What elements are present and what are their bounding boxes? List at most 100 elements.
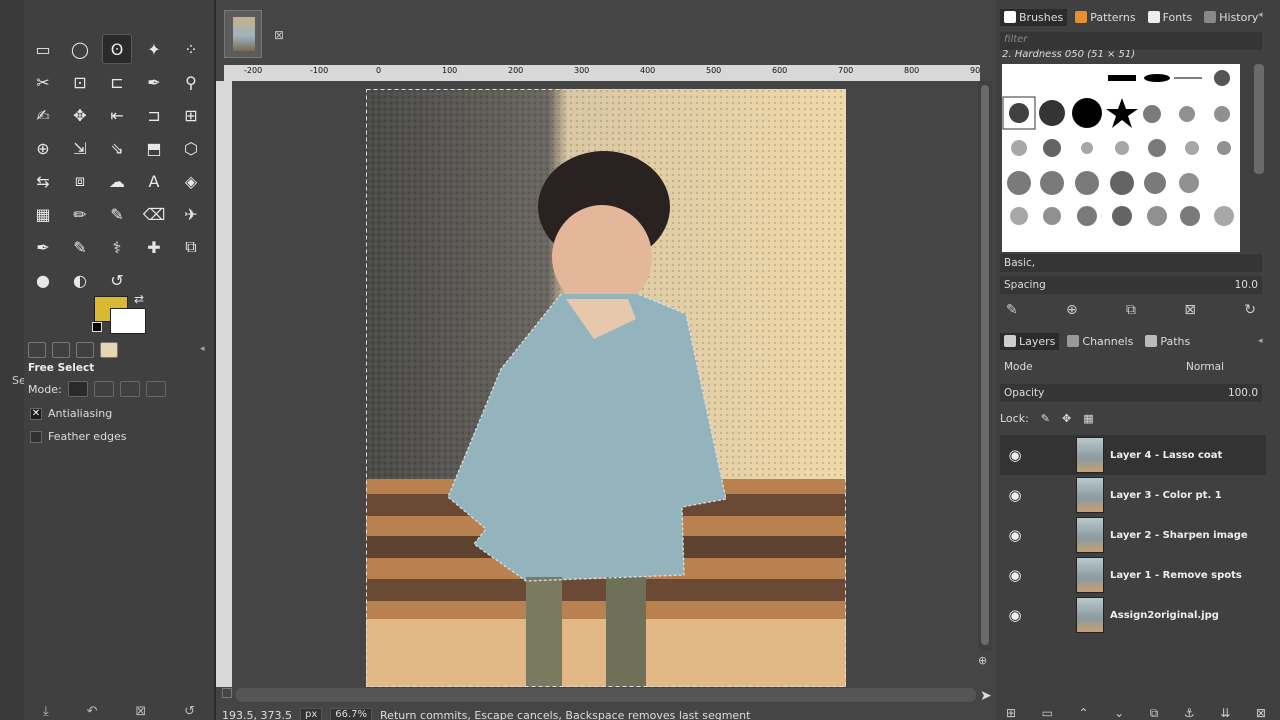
tab-undo-history[interactable] (76, 342, 94, 358)
background-color-swatch[interactable] (110, 308, 146, 334)
quickmask-toggle-icon[interactable] (222, 688, 232, 698)
foreground-select-icon[interactable]: ⊡ (65, 67, 95, 97)
color-picker-icon[interactable]: ✒ (139, 67, 169, 97)
delete-layer-icon[interactable]: ⊠ (1256, 706, 1266, 720)
layer-row[interactable]: ◉ Layer 2 - Sharpen image (1000, 515, 1266, 555)
duplicate-layer-icon[interactable]: ⧉ (1150, 706, 1159, 720)
ink-icon[interactable]: ✒ (28, 232, 58, 262)
smudge-brush-icon[interactable]: ↺ (102, 265, 132, 295)
fuzzy-select-icon[interactable]: ✦ (139, 34, 169, 64)
close-tab-icon[interactable]: ⊠ (274, 28, 284, 42)
align-icon[interactable]: ⇤ (102, 100, 132, 130)
layers-menu-icon[interactable]: ◂ (1258, 336, 1263, 346)
flip-icon[interactable]: ⇆ (28, 166, 58, 196)
tab-paths[interactable]: Paths (1141, 333, 1194, 350)
layer-row[interactable]: ◉ Layer 1 - Remove spots (1000, 555, 1266, 595)
delete-brush-icon[interactable]: ⊠ (1184, 302, 1196, 318)
select-by-color-icon[interactable]: ⁘ (176, 34, 206, 64)
brush-grid[interactable] (1002, 64, 1240, 252)
blur-icon[interactable]: ● (28, 265, 58, 295)
mypaint-icon[interactable]: ✎ (65, 232, 95, 262)
eraser-icon[interactable]: ⌫ (139, 199, 169, 229)
vertical-ruler[interactable] (216, 81, 232, 687)
perspective-icon[interactable]: ⬒ (139, 133, 169, 163)
brush-filter-input[interactable]: filter (1000, 32, 1262, 50)
raise-layer-icon[interactable]: ⌃ (1079, 706, 1089, 720)
warp-icon[interactable]: ⊕ (28, 133, 58, 163)
mode-subtract-button[interactable] (119, 381, 140, 397)
gradient-icon[interactable]: ▦ (28, 199, 58, 229)
opacity-slider[interactable]: Opacity 100.0 (1000, 384, 1262, 402)
refresh-brushes-icon[interactable]: ↻ (1244, 302, 1256, 318)
tab-device-status[interactable] (52, 342, 70, 358)
ellipse-select-icon[interactable]: ◯ (65, 34, 95, 64)
lock-position-icon[interactable]: ✥ (1062, 412, 1071, 425)
zoom-select[interactable]: 66.7% (330, 708, 373, 720)
scissors-select-icon[interactable]: ✂ (28, 67, 58, 97)
tab-channels[interactable]: Channels (1063, 333, 1137, 350)
visibility-eye-icon[interactable]: ◉ (1000, 566, 1030, 584)
delete-options-icon[interactable]: ⊠ (135, 704, 146, 719)
free-select-icon[interactable]: ʘ (102, 34, 132, 64)
reset-options-icon[interactable]: ↺ (184, 704, 195, 719)
crop-icon[interactable]: ⊏ (102, 67, 132, 97)
airbrush-icon[interactable]: ✈ (176, 199, 206, 229)
pencil-icon[interactable]: ✏ (65, 199, 95, 229)
layer-mode-select[interactable]: Normal (1186, 361, 1224, 373)
3d-transform-icon[interactable]: ⬡ (176, 133, 206, 163)
visibility-eye-icon[interactable]: ◉ (1000, 446, 1030, 464)
new-brush-icon[interactable]: ⊕ (1066, 302, 1078, 318)
panel-menu-icon[interactable]: ◂ (200, 344, 205, 354)
antialiasing-checkbox[interactable]: ✕ (30, 407, 42, 420)
unit-select[interactable]: px (299, 708, 323, 720)
mode-intersect-button[interactable] (145, 381, 166, 397)
layer-row[interactable]: ◉ Assign2original.jpg (1000, 595, 1266, 635)
brush-preset-select[interactable]: Basic, (1000, 254, 1262, 272)
visibility-eye-icon[interactable]: ◉ (1000, 486, 1030, 504)
brush-scrollbar[interactable] (1254, 64, 1264, 174)
lock-alpha-icon[interactable]: ▦ (1083, 412, 1093, 425)
move-icon[interactable]: ✥ (65, 100, 95, 130)
unified-transform-icon[interactable]: ⊞ (176, 100, 206, 130)
vertical-scrollbar[interactable] (978, 81, 992, 651)
heal-icon[interactable]: ✚ (139, 232, 169, 262)
new-group-icon[interactable]: ▭ (1042, 706, 1053, 720)
perspective-clone-icon[interactable]: ⧉ (176, 232, 206, 262)
canvas-area[interactable] (232, 81, 980, 687)
paintbrush-icon[interactable]: ✎ (102, 199, 132, 229)
vertical-scroll-thumb[interactable] (981, 85, 989, 645)
spacing-slider[interactable]: Spacing 10.0 (1000, 276, 1262, 294)
shear-icon[interactable]: ⇘ (102, 133, 132, 163)
visibility-eye-icon[interactable]: ◉ (1000, 526, 1030, 544)
feather-edges-checkbox[interactable] (30, 430, 42, 443)
text-icon[interactable]: A (139, 166, 169, 196)
tab-fonts[interactable]: Fonts (1144, 9, 1197, 26)
bucket-fill-icon[interactable]: ◈ (176, 166, 206, 196)
cage-icon[interactable]: ⧈ (65, 166, 95, 196)
tab-layers[interactable]: Layers (1000, 332, 1060, 350)
edit-brush-icon[interactable]: ✎ (1006, 302, 1018, 318)
lower-layer-icon[interactable]: ⌄ (1114, 706, 1124, 720)
transform-icon[interactable]: ⊐ (139, 100, 169, 130)
navigate-icon[interactable]: ⊕ (978, 654, 987, 667)
layer-row[interactable]: ◉ Layer 3 - Color pt. 1 (1000, 475, 1266, 515)
navigation-arrow-icon[interactable]: ➤ (980, 688, 992, 704)
zoom-icon[interactable]: ⚲ (176, 67, 206, 97)
scale-icon[interactable]: ⇲ (65, 133, 95, 163)
mode-replace-button[interactable] (67, 381, 88, 397)
swap-colors-icon[interactable]: ⇄ (134, 292, 144, 306)
merge-layer-icon[interactable]: ⇊ (1220, 706, 1230, 720)
image-tab-thumbnail[interactable] (224, 10, 262, 58)
dock-menu-icon[interactable]: ◂ (1258, 10, 1263, 20)
duplicate-brush-icon[interactable]: ⧉ (1126, 302, 1136, 318)
image-canvas[interactable] (366, 89, 846, 687)
rect-select-icon[interactable]: ▭ (28, 34, 58, 64)
restore-options-icon[interactable]: ↶ (87, 704, 98, 719)
tab-history[interactable]: History (1200, 9, 1262, 26)
lock-pixels-icon[interactable]: ✎ (1041, 412, 1050, 425)
horizontal-scrollbar[interactable] (236, 688, 976, 702)
visibility-eye-icon[interactable]: ◉ (1000, 606, 1030, 624)
default-colors-icon[interactable] (92, 322, 102, 332)
dodge-icon[interactable]: ◐ (65, 265, 95, 295)
new-layer-icon[interactable]: ⊞ (1006, 706, 1016, 720)
